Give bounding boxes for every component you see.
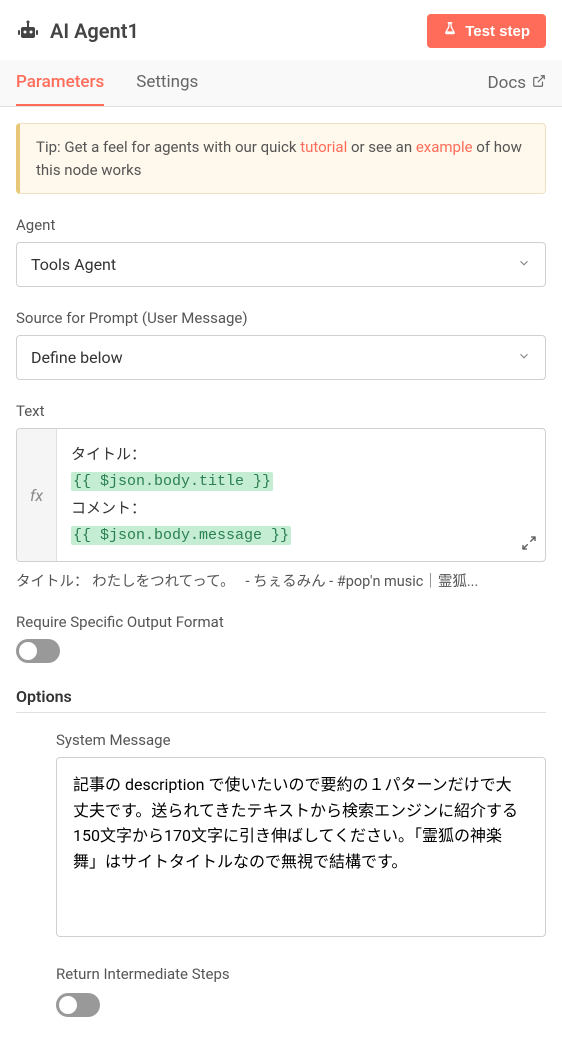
system-message-input[interactable] [56, 757, 546, 937]
source-value: Define below [31, 348, 123, 367]
tab-settings[interactable]: Settings [136, 60, 198, 106]
content: Tip: Get a feel for agents with our quic… [0, 107, 562, 1057]
robot-icon [16, 19, 40, 43]
example-link[interactable]: example [416, 138, 473, 156]
options-body: System Message Return Intermediate Steps [16, 731, 546, 1017]
chevron-down-icon [517, 255, 531, 274]
docs-label: Docs [487, 73, 526, 93]
expand-icon[interactable] [521, 535, 537, 555]
tip-text: Tip: Get a feel for agents with our quic… [36, 138, 300, 156]
intermediate-label: Return Intermediate Steps [56, 965, 546, 983]
source-select[interactable]: Define below [16, 335, 546, 380]
require-format-label: Require Specific Output Format [16, 613, 546, 631]
system-message-label: System Message [56, 731, 546, 749]
external-link-icon [532, 73, 546, 93]
test-step-label: Test step [465, 23, 530, 40]
text-label: Text [16, 402, 546, 420]
tip-box: Tip: Get a feel for agents with our quic… [16, 123, 546, 194]
header-left: AI Agent1 [16, 19, 139, 43]
node-title: AI Agent1 [50, 19, 139, 43]
source-label: Source for Prompt (User Message) [16, 309, 546, 327]
tutorial-link[interactable]: tutorial [300, 138, 347, 156]
options-title: Options [16, 687, 546, 713]
test-step-button[interactable]: Test step [427, 14, 546, 48]
expression: {{ $json.body.title }} [71, 472, 273, 491]
text-editor[interactable]: fx タイトル： {{ $json.body.title }} コメント： {{… [16, 428, 546, 562]
require-format-toggle[interactable] [16, 639, 60, 663]
expression: {{ $json.body.message }} [71, 526, 291, 545]
tip-text-mid: or see an [347, 138, 416, 156]
agent-select[interactable]: Tools Agent [16, 242, 546, 287]
header: AI Agent1 Test step [0, 0, 562, 60]
agent-value: Tools Agent [31, 255, 116, 274]
text-preview: タイトル： わたしをつれてって。 - ちぇるみん - #pop'n music｜… [16, 570, 546, 591]
tabs-left: Parameters Settings [16, 60, 198, 106]
text-line: コメント： [71, 495, 531, 522]
fx-badge: fx [17, 429, 57, 561]
agent-label: Agent [16, 216, 546, 234]
tabs: Parameters Settings Docs [0, 60, 562, 107]
flask-icon [443, 22, 457, 40]
chevron-down-icon [517, 348, 531, 367]
text-line: タイトル： [71, 441, 531, 468]
system-message-wrap [56, 757, 546, 941]
editor-body[interactable]: タイトル： {{ $json.body.title }} コメント： {{ $j… [57, 429, 545, 561]
docs-link[interactable]: Docs [487, 61, 546, 105]
tab-parameters[interactable]: Parameters [16, 60, 104, 106]
intermediate-toggle[interactable] [56, 993, 100, 1017]
